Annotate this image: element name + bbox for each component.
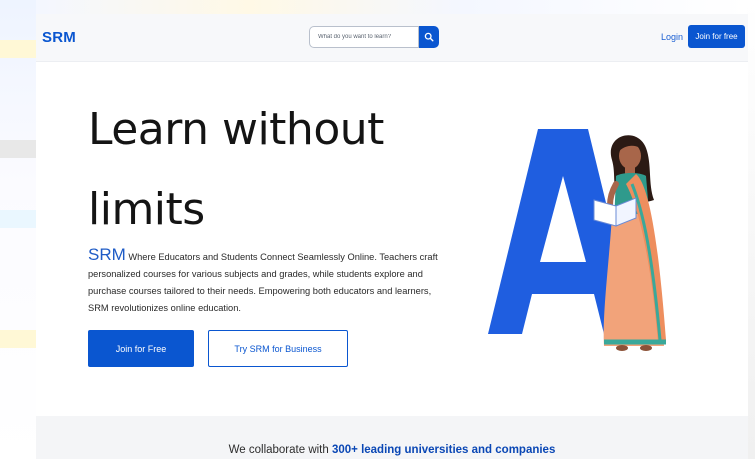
background-edge-left xyxy=(0,0,36,459)
collaboration-prefix: We collaborate with xyxy=(228,444,332,456)
hero-description: SRM Where Educators and Students Connect… xyxy=(88,246,448,317)
teacher-illustration xyxy=(488,129,666,351)
background-stripe xyxy=(0,330,36,348)
search-button[interactable] xyxy=(419,26,439,48)
join-for-free-hero-button[interactable]: Join for Free xyxy=(88,330,194,367)
collaboration-text: We collaborate with 300+ leading univers… xyxy=(36,444,748,456)
search-icon xyxy=(424,32,434,42)
background-top-stripe xyxy=(36,0,747,14)
try-business-button[interactable]: Try SRM for Business xyxy=(208,330,348,367)
login-link[interactable]: Login xyxy=(661,32,683,42)
landing-page: SRM Login Join for free Learn without li… xyxy=(36,14,748,459)
hero-title: Learn without limits xyxy=(88,90,448,250)
collaboration-highlight: 300+ leading universities and companies xyxy=(331,444,556,456)
brand-logo[interactable]: SRM xyxy=(42,29,76,46)
background-stripe xyxy=(0,140,36,158)
hero-title-line-1: Learn without xyxy=(88,104,384,155)
hero-desc-text: Where Educators and Students Connect Sea… xyxy=(88,252,438,313)
join-for-free-button[interactable]: Join for free xyxy=(688,25,745,48)
hero-title-line-2: limits xyxy=(88,184,205,235)
background-stripe xyxy=(0,210,36,228)
search-input[interactable] xyxy=(309,26,419,48)
background-edge-right xyxy=(747,0,755,459)
background-stripe xyxy=(0,40,36,58)
hero-desc-brand: SRM xyxy=(88,245,126,264)
top-navbar: SRM Login Join for free xyxy=(36,14,748,62)
collaboration-band: We collaborate with 300+ leading univers… xyxy=(36,416,748,459)
